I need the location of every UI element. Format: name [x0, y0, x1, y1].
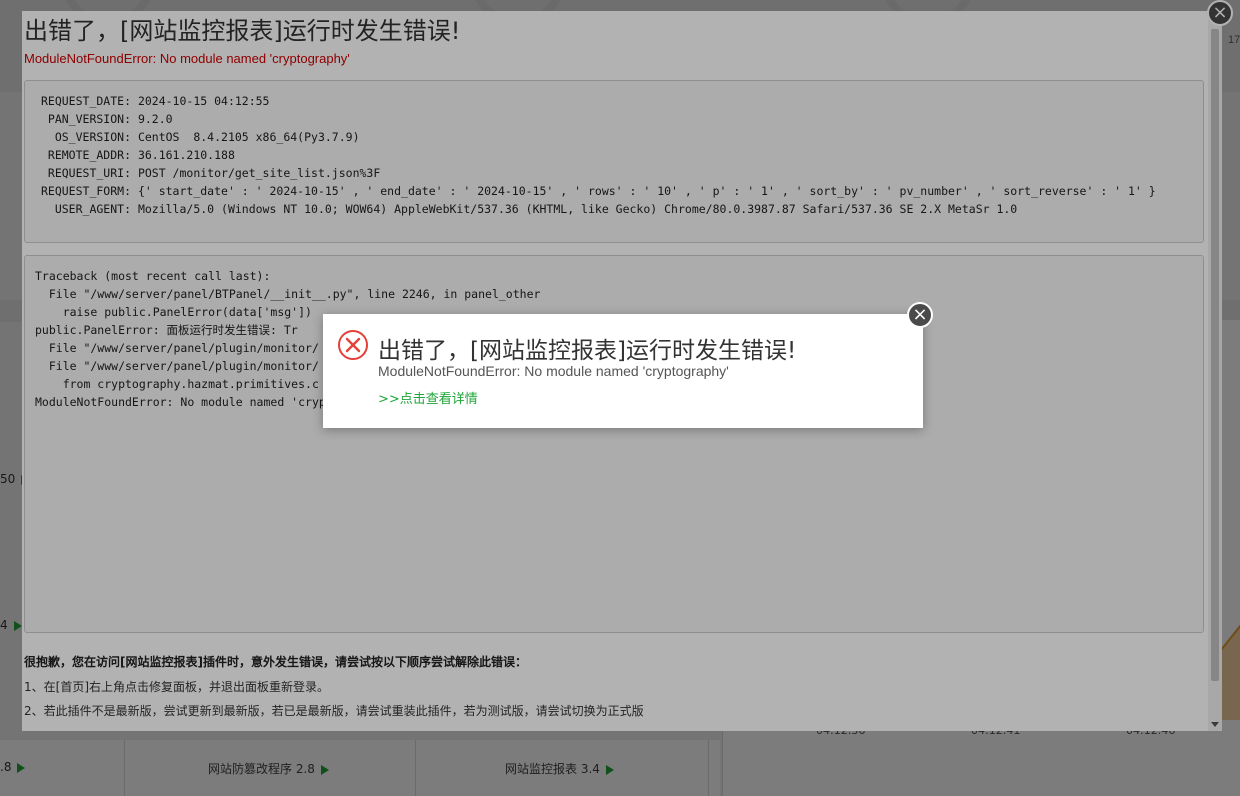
- close-dialog-button[interactable]: ×: [907, 302, 933, 328]
- view-details-link[interactable]: >>点击查看详情: [378, 388, 478, 407]
- error-dialog: 出错了，[网站监控报表]运行时发生错误! ModuleNotFoundError…: [323, 314, 923, 428]
- dialog-title: 出错了，[网站监控报表]运行时发生错误!: [378, 338, 797, 364]
- error-icon: [338, 330, 368, 360]
- dialog-message: ModuleNotFoundError: No module named 'cr…: [378, 363, 729, 379]
